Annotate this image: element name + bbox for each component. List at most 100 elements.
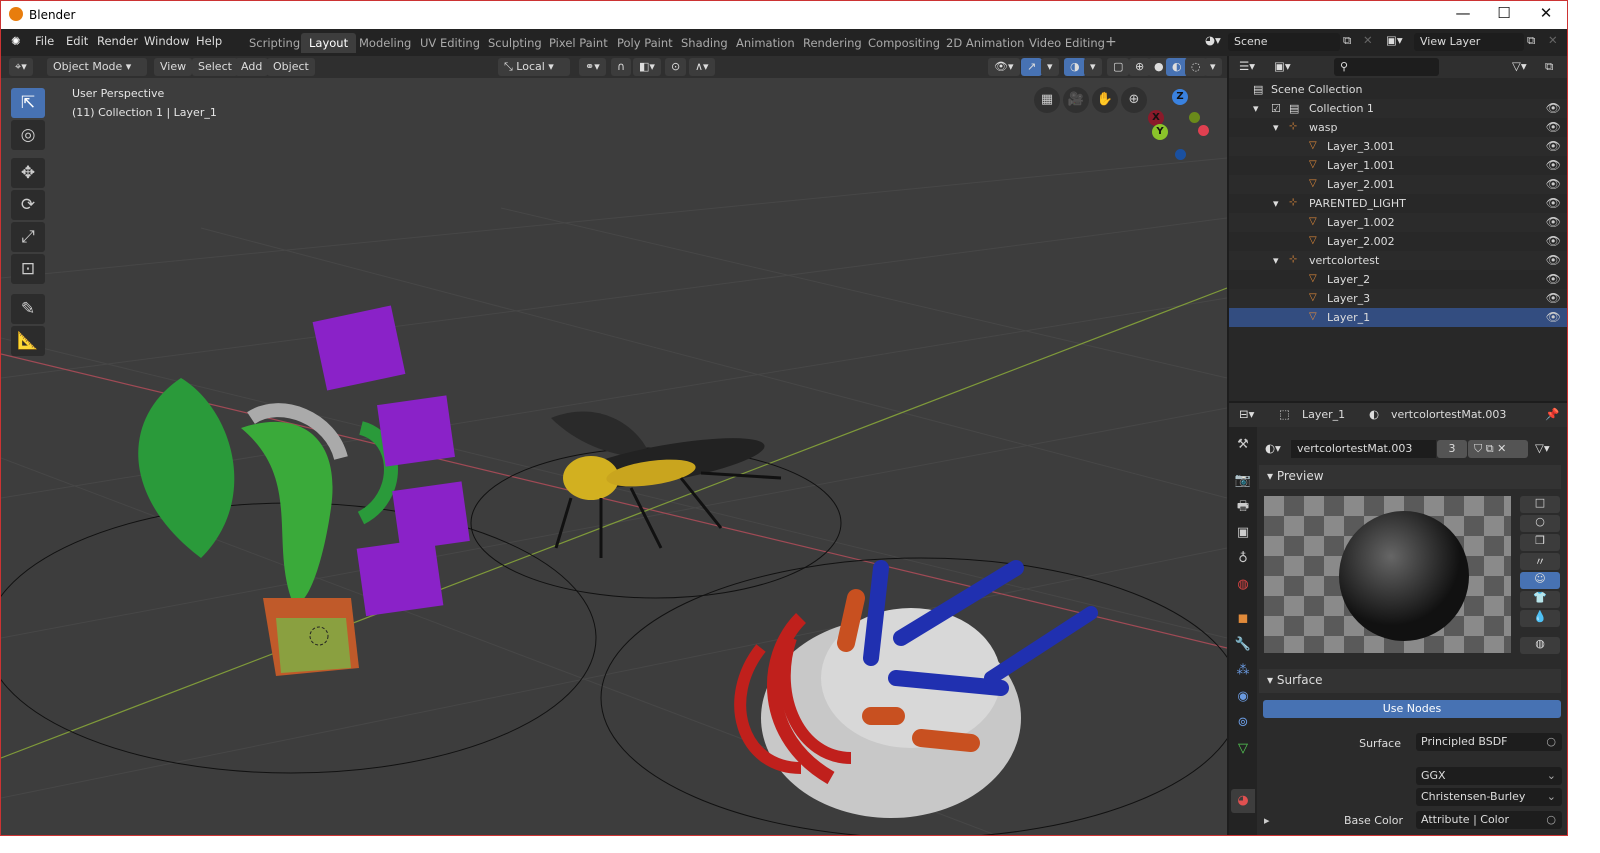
preview-panel-header[interactable]: ▾ Preview (1259, 465, 1561, 489)
proportional-edit-icon[interactable]: ⊙ (665, 58, 687, 76)
outliner-row[interactable]: ▾ ⊹ vertcolortest 👁 (1229, 251, 1567, 270)
material-name-field[interactable]: vertcolortestMat.003 (1291, 440, 1436, 458)
output-tab-icon[interactable]: 🖶 (1231, 495, 1255, 519)
eye-icon[interactable]: 👁 (1546, 253, 1561, 267)
data-tab-icon[interactable]: ▽ (1231, 737, 1255, 761)
eye-icon[interactable]: 👁 (1546, 310, 1561, 324)
gizmo-neg-y[interactable] (1189, 112, 1200, 123)
measure-tool[interactable]: 📐 (11, 326, 45, 356)
view-layer-icon[interactable]: ▣▾ (1386, 33, 1403, 47)
new-scene-icon[interactable]: ⧉ (1343, 33, 1351, 48)
preview-flat-icon[interactable]: □ (1520, 496, 1560, 513)
object-tab-icon[interactable]: ◼ (1231, 607, 1255, 631)
camera-icon[interactable]: 🎥 (1063, 87, 1089, 113)
material-browse-icon[interactable]: ◐▾ (1265, 441, 1281, 455)
minimize-button[interactable]: — (1443, 4, 1483, 22)
tab-sculpting[interactable]: Sculpting (480, 33, 550, 53)
expand-icon[interactable]: ▾ (1273, 197, 1279, 210)
scale-tool[interactable]: ⤢ (11, 222, 45, 252)
move-tool[interactable]: ✥ (11, 158, 45, 188)
subsurface-method-dropdown[interactable]: Christensen-Burley ⌄ (1416, 788, 1562, 806)
outliner-row[interactable]: ▽ Layer_3 👁 (1229, 289, 1567, 308)
modifier-tab-icon[interactable]: 🔧 (1231, 633, 1255, 657)
outliner-row[interactable]: ▽ Layer_3.001 👁 (1229, 137, 1567, 156)
tab-layout[interactable]: Layout (301, 33, 357, 53)
tab-pixel-paint[interactable]: Pixel Paint (541, 33, 616, 53)
orientation-dropdown[interactable]: ⤡ Local ▾ (498, 58, 570, 76)
snap-target-icon[interactable]: ◧▾ (633, 58, 661, 76)
menu-select[interactable]: Select (192, 58, 238, 76)
add-workspace-button[interactable]: + (1097, 31, 1125, 51)
eye-icon[interactable]: 👁 (1546, 272, 1561, 286)
use-nodes-button[interactable]: Use Nodes (1263, 700, 1561, 718)
tab-scripting[interactable]: Scripting (241, 33, 308, 53)
properties-editor-icon[interactable]: ⊟▾ (1239, 407, 1254, 421)
expand-icon[interactable]: ▾ (1273, 254, 1279, 267)
constraints-tab-icon[interactable]: ⊚ (1231, 711, 1255, 735)
world-tab-icon[interactable]: ◍ (1231, 573, 1255, 597)
tab-poly-paint[interactable]: Poly Paint (609, 33, 681, 53)
rotate-tool[interactable]: ⟳ (11, 190, 45, 220)
tab-compositing[interactable]: Compositing (860, 33, 948, 53)
pin-icon[interactable]: 📌 (1545, 407, 1559, 421)
tab-shading[interactable]: Shading (673, 33, 736, 53)
expand-icon[interactable]: ▾ (1253, 102, 1259, 115)
outliner-row[interactable]: ▾ ☑ ▤ Collection 1 👁 (1229, 99, 1567, 118)
expand-base-color-icon[interactable]: ▸ (1264, 814, 1270, 827)
gizmo-z-axis[interactable]: Z (1172, 89, 1188, 105)
outliner-row-selected[interactable]: ▽ Layer_1 👁 (1229, 308, 1567, 327)
snap-icon[interactable]: ∩ (611, 58, 632, 76)
gizmo-dropdown[interactable]: ▾ (1041, 58, 1059, 76)
expand-icon[interactable]: ▾ (1273, 121, 1279, 134)
outliner-row[interactable]: ▽ Layer_1.001 👁 (1229, 156, 1567, 175)
preview-world-icon[interactable]: ◍ (1520, 637, 1560, 654)
base-color-field[interactable]: Attribute | Color ○ (1416, 811, 1562, 829)
scene-tab-icon[interactable]: ♁ (1231, 547, 1255, 571)
pivot-icon[interactable]: ⚭▾ (579, 58, 606, 76)
delete-scene-icon[interactable]: ✕ (1363, 33, 1373, 47)
surface-shader-field[interactable]: Principled BSDF ○ (1416, 733, 1562, 751)
3d-viewport[interactable]: User Perspective (11) Collection 1 | Lay… (1, 78, 1227, 835)
zoom-icon[interactable]: ⊕ (1121, 87, 1147, 113)
preview-sphere-icon[interactable]: ○ (1520, 515, 1560, 532)
delete-view-layer-icon[interactable]: ✕ (1548, 33, 1558, 47)
surface-panel-header[interactable]: ▾ Surface (1259, 669, 1561, 693)
eye-icon[interactable]: 👁 (1546, 177, 1561, 191)
menu-render[interactable]: Render (97, 34, 138, 48)
outliner-row[interactable]: ▽ Layer_1.002 👁 (1229, 213, 1567, 232)
pan-hand-icon[interactable]: ✋ (1092, 87, 1118, 113)
gizmo-icon[interactable]: ↗ (1021, 58, 1043, 76)
tab-2d-animation[interactable]: 2D Animation (938, 33, 1032, 53)
falloff-icon[interactable]: ∧▾ (689, 58, 715, 76)
menu-view[interactable]: View (154, 58, 193, 76)
menu-file[interactable]: File (35, 34, 54, 48)
eye-icon[interactable]: 👁 (1546, 196, 1561, 210)
preview-hair-icon[interactable]: 〃 (1520, 553, 1560, 570)
outliner-row[interactable]: ▾ ⊹ PARENTED_LIGHT 👁 (1229, 194, 1567, 213)
eye-icon[interactable]: 👁 (1546, 234, 1561, 248)
outliner-row[interactable]: ▽ Layer_2 👁 (1229, 270, 1567, 289)
material-tab-icon[interactable]: ◕ (1231, 789, 1255, 813)
outliner-search-input[interactable]: ⚲ (1334, 58, 1439, 76)
preview-monkey-icon[interactable]: ☺ (1520, 572, 1560, 589)
editor-type-icon[interactable]: ⌖▾ (9, 58, 33, 76)
eye-icon[interactable]: 👁 (1546, 215, 1561, 229)
scene-field[interactable]: Scene (1228, 33, 1340, 51)
shading-dropdown[interactable]: ▾ (1204, 58, 1222, 76)
view-layer-field[interactable]: View Layer (1414, 33, 1524, 51)
menu-object[interactable]: Object (267, 58, 315, 76)
physics-tab-icon[interactable]: ◉ (1231, 685, 1255, 709)
menu-window[interactable]: Window (144, 34, 189, 48)
gizmo-neg-x[interactable] (1198, 125, 1209, 136)
outliner-editor-icon[interactable]: ☰▾ (1239, 59, 1255, 73)
outliner-row[interactable]: ▾ ⊹ wasp 👁 (1229, 118, 1567, 137)
eye-icon[interactable]: 👁 (1546, 120, 1561, 134)
filter-icon[interactable]: ▽▾ (1512, 59, 1527, 73)
gizmo-neg-z[interactable] (1175, 149, 1186, 160)
eye-icon[interactable]: 👁 (1546, 139, 1561, 153)
preview-fluid-icon[interactable]: 💧 (1520, 610, 1560, 627)
menu-edit[interactable]: Edit (66, 34, 88, 48)
eye-icon[interactable]: 👁 (1546, 158, 1561, 172)
menu-add[interactable]: Add (235, 58, 269, 76)
material-actions[interactable]: ⛉ ⧉ ✕ (1468, 440, 1528, 458)
